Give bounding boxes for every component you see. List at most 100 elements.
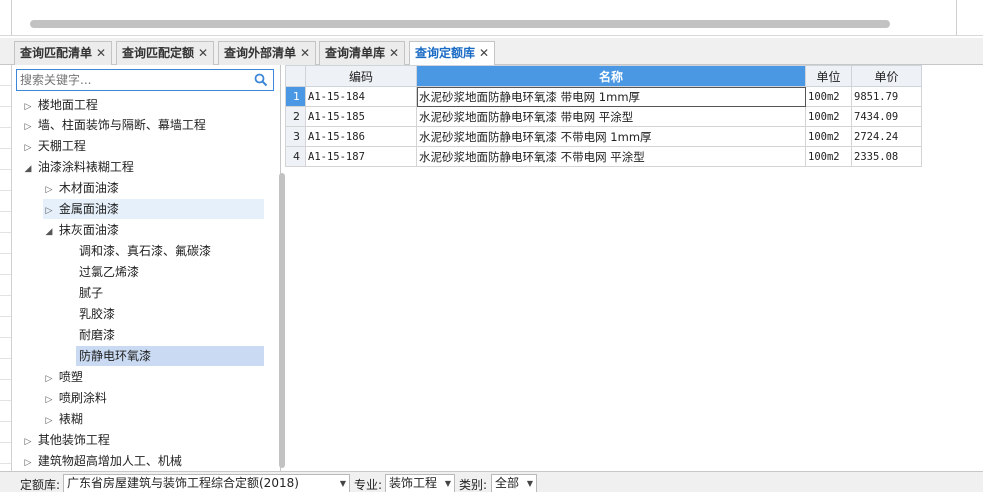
cell-name[interactable]: 水泥砂浆地面防静电环氧漆 不带电网 平涂型: [416, 146, 806, 167]
tab-label: 查询匹配定额: [122, 46, 195, 60]
tree-node-label: 天棚工程: [37, 139, 86, 153]
table-row[interactable]: 3 A1-15-186 水泥砂浆地面防静电环氧漆 不带电网 1mm厚 100m2…: [285, 126, 922, 147]
tree-node-wallpaper[interactable]: ▷ 裱糊: [43, 409, 83, 429]
tab-query-external-list[interactable]: 查询外部清单 ✕: [218, 41, 317, 65]
close-icon[interactable]: ✕: [198, 46, 208, 60]
major-label: 专业:: [354, 478, 383, 492]
collapse-arrow-icon[interactable]: ◢: [22, 159, 34, 179]
expand-arrow-icon[interactable]: ▷: [43, 201, 55, 221]
table-row[interactable]: 1 A1-15-184 水泥砂浆地面防静电环氧漆 带电网 1mm厚 100m2 …: [285, 86, 922, 107]
tree-node-metal-paint[interactable]: ▷ 金属面油漆: [43, 199, 264, 219]
horizontal-scrollbar[interactable]: [30, 20, 890, 28]
tree-leaf-wear-paint[interactable]: 耐磨漆: [79, 325, 115, 345]
close-icon[interactable]: ✕: [479, 46, 489, 60]
expand-arrow-icon[interactable]: ▷: [22, 117, 34, 137]
library-label: 定额库:: [20, 478, 61, 492]
major-selected-value: 装饰工程: [389, 476, 438, 490]
table-row[interactable]: 4 A1-15-187 水泥砂浆地面防静电环氧漆 不带电网 平涂型 100m2 …: [285, 146, 922, 167]
tree-node-floor-works[interactable]: ▷ 楼地面工程: [22, 95, 98, 115]
search-icon[interactable]: [253, 72, 269, 88]
filter-bar: 定额库: 广东省房屋建筑与装饰工程综合定额(2018) ▼ 专业: 装饰工程 ▼…: [0, 471, 983, 492]
cell-price[interactable]: 9851.79: [851, 86, 922, 107]
row-index[interactable]: 3: [285, 126, 306, 147]
tree-node-label: 防静电环氧漆: [79, 349, 152, 363]
chevron-down-icon[interactable]: ▼: [340, 475, 346, 492]
tree-node-label: 金属面油漆: [58, 202, 119, 216]
expand-arrow-icon[interactable]: ▷: [22, 97, 34, 117]
row-index-header: [285, 65, 306, 87]
tree-node-label: 喷刷涂料: [58, 391, 107, 405]
cell-name[interactable]: 水泥砂浆地面防静电环氧漆 带电网 1mm厚: [416, 86, 806, 107]
tree-node-wood-paint[interactable]: ▷ 木材面油漆: [43, 178, 119, 198]
category-select[interactable]: 全部 ▼: [491, 474, 537, 492]
library-selected-value: 广东省房屋建筑与装饰工程综合定额(2018): [67, 476, 299, 490]
expand-arrow-icon[interactable]: ▷: [22, 138, 34, 158]
cell-code[interactable]: A1-15-187: [305, 146, 417, 167]
cell-unit[interactable]: 100m2: [805, 106, 852, 127]
tab-query-quota-library[interactable]: 查询定额库 ✕: [409, 41, 496, 66]
top-left-strip: [0, 0, 12, 36]
collapse-arrow-icon[interactable]: ◢: [43, 222, 55, 242]
close-icon[interactable]: ✕: [389, 46, 399, 60]
tab-label: 查询外部清单: [224, 46, 297, 60]
tree-leaf-pvc-paint[interactable]: 过氯乙烯漆: [79, 262, 139, 282]
tree-node-label: 油漆涂料裱糊工程: [37, 160, 134, 174]
cell-price[interactable]: 2335.08: [851, 146, 922, 167]
cell-unit[interactable]: 100m2: [805, 146, 852, 167]
search-input[interactable]: [17, 70, 247, 90]
category-tree: ▷ 楼地面工程 ▷ 墙、柱面装饰与隔断、幕墙工程 ▷ 天棚工程 ◢ 油漆涂料裱糊…: [12, 95, 281, 471]
chevron-down-icon[interactable]: ▼: [527, 475, 533, 492]
cell-code[interactable]: A1-15-185: [305, 106, 417, 127]
tree-leaf-putty[interactable]: 腻子: [79, 283, 103, 303]
tree-leaf-antistatic-epoxy[interactable]: 防静电环氧漆: [76, 346, 264, 366]
tree-leaf-blend-paint[interactable]: 调和漆、真石漆、氟碳漆: [79, 241, 211, 261]
column-header-unit[interactable]: 单位: [805, 65, 852, 87]
search-box: [16, 69, 274, 91]
tree-node-ceiling[interactable]: ▷ 天棚工程: [22, 136, 86, 156]
expand-arrow-icon[interactable]: ▷: [43, 369, 55, 389]
cell-price[interactable]: 7434.09: [851, 106, 922, 127]
column-header-name[interactable]: 名称: [416, 65, 806, 87]
cell-price[interactable]: 2724.24: [851, 126, 922, 147]
row-index[interactable]: 1: [285, 86, 306, 107]
tree-node-label: 喷塑: [58, 370, 83, 384]
cell-unit[interactable]: 100m2: [805, 86, 852, 107]
tree-node-paint-coating[interactable]: ◢ 油漆涂料裱糊工程: [22, 157, 134, 177]
close-icon[interactable]: ✕: [300, 46, 310, 60]
cell-code[interactable]: A1-15-186: [305, 126, 417, 147]
top-panel: [0, 0, 983, 36]
cell-code[interactable]: A1-15-184: [305, 86, 417, 107]
library-select[interactable]: 广东省房屋建筑与装饰工程综合定额(2018) ▼: [63, 474, 350, 492]
tree-node-label: 调和漆、真石漆、氟碳漆: [79, 244, 212, 258]
expand-arrow-icon[interactable]: ▷: [43, 390, 55, 410]
table-row[interactable]: 2 A1-15-185 水泥砂浆地面防静电环氧漆 带电网 平涂型 100m2 7…: [285, 106, 922, 127]
category-label: 类别:: [459, 478, 488, 492]
tab-label: 查询清单库: [325, 46, 386, 60]
expand-arrow-icon[interactable]: ▷: [22, 453, 34, 471]
row-index[interactable]: 4: [285, 146, 306, 167]
tree-node-label: 抹灰面油漆: [58, 223, 119, 237]
tree-node-wall-column[interactable]: ▷ 墙、柱面装饰与隔断、幕墙工程: [22, 115, 206, 135]
expand-arrow-icon[interactable]: ▷: [43, 180, 55, 200]
tree-node-spray-coating[interactable]: ▷ 喷刷涂料: [43, 388, 107, 408]
tab-query-match-quota[interactable]: 查询匹配定额 ✕: [116, 41, 215, 65]
tab-query-list-library[interactable]: 查询清单库 ✕: [319, 41, 406, 65]
cell-name[interactable]: 水泥砂浆地面防静电环氧漆 带电网 平涂型: [416, 106, 806, 127]
major-select[interactable]: 装饰工程 ▼: [385, 474, 455, 492]
tree-node-other-decoration[interactable]: ▷ 其他装饰工程: [22, 430, 110, 450]
column-header-code[interactable]: 编码: [305, 65, 417, 87]
cell-unit[interactable]: 100m2: [805, 126, 852, 147]
row-index[interactable]: 2: [285, 106, 306, 127]
tree-node-spray-plastic[interactable]: ▷ 喷塑: [43, 367, 83, 387]
expand-arrow-icon[interactable]: ▷: [43, 411, 55, 431]
column-header-price[interactable]: 单价: [851, 65, 922, 87]
close-icon[interactable]: ✕: [96, 46, 106, 60]
chevron-down-icon[interactable]: ▼: [445, 475, 451, 492]
tab-query-match-list[interactable]: 查询匹配清单 ✕: [14, 41, 113, 65]
cell-name[interactable]: 水泥砂浆地面防静电环氧漆 不带电网 1mm厚: [416, 126, 806, 147]
tree-node-high-rise-extra[interactable]: ▷ 建筑物超高增加人工、机械: [22, 451, 182, 471]
tree-node-plaster-paint[interactable]: ◢ 抹灰面油漆: [43, 220, 119, 240]
expand-arrow-icon[interactable]: ▷: [22, 432, 34, 452]
tree-leaf-latex-paint[interactable]: 乳胶漆: [79, 304, 115, 324]
table-header-row: 编码 名称 单位 单价: [285, 65, 922, 87]
